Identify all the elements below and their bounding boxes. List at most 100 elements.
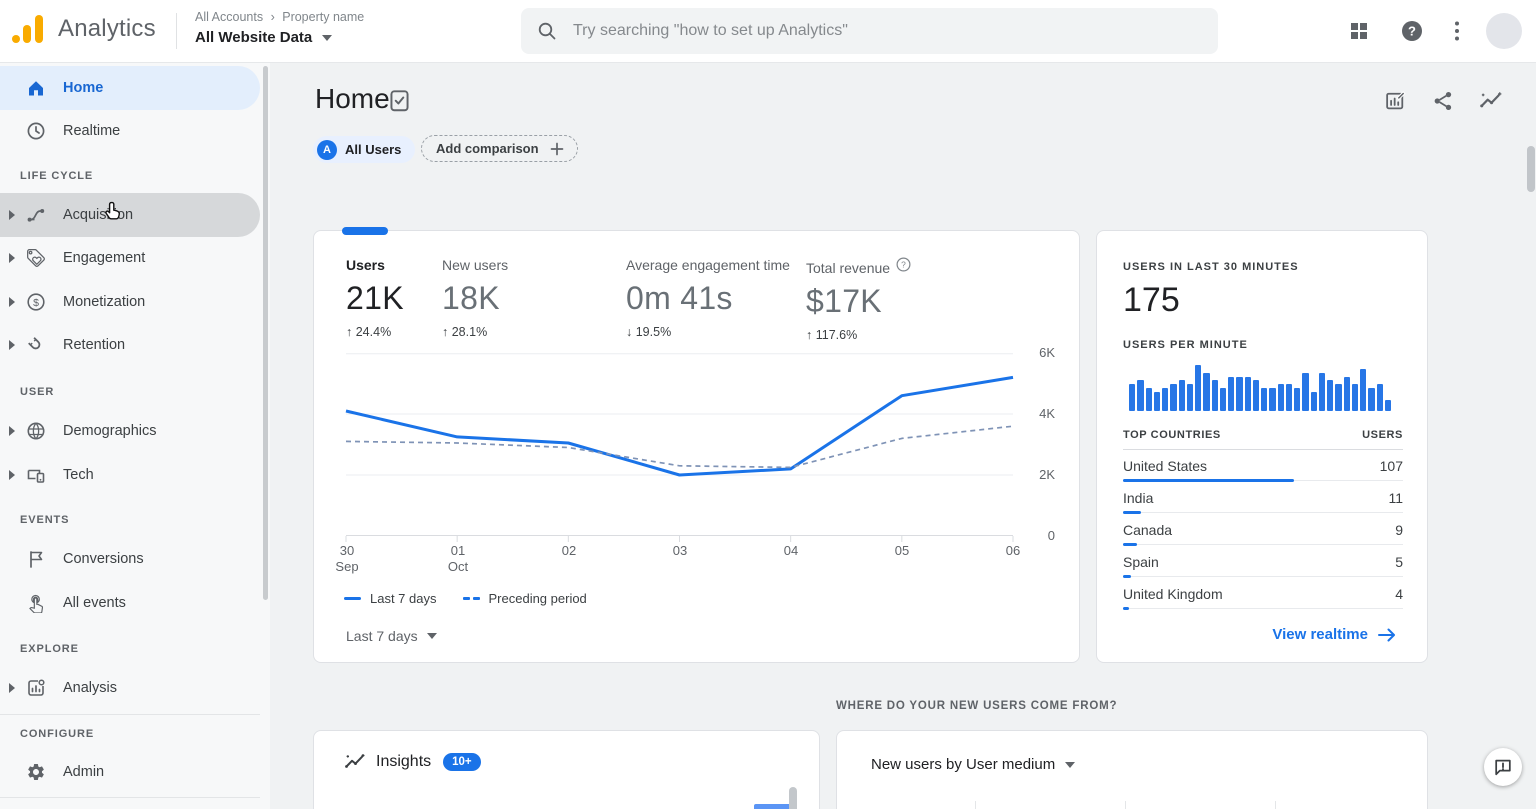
sidebar-item-all-events[interactable]: All events	[0, 581, 260, 625]
metric-new-users[interactable]: New users 18K ↑ 28.1%	[442, 257, 508, 339]
analytics-app: Analytics All Accounts › Property name A…	[0, 0, 1536, 809]
sidebar-item-label: Realtime	[63, 123, 120, 139]
property-selector[interactable]: All Website Data	[195, 29, 332, 46]
metric-delta: ↑ 28.1%	[442, 325, 508, 339]
metric-value: $17K	[806, 283, 911, 320]
delta-arrow-icon: ↑	[346, 325, 352, 339]
more-menu-button[interactable]	[1450, 16, 1464, 46]
delta-value: 28.1%	[452, 325, 487, 339]
minute-bar	[1179, 380, 1185, 411]
sidebar-item-conversions[interactable]: Conversions	[0, 537, 260, 581]
sidebar-item-engagement[interactable]: Engagement	[0, 236, 260, 280]
sidebar-item-acquisition[interactable]: Acquisition	[0, 193, 260, 237]
breadcrumb-property[interactable]: Property name	[282, 10, 364, 24]
metric-delta: ↓ 19.5%	[626, 325, 790, 339]
acquisition-icon	[26, 205, 46, 225]
search-bar[interactable]	[521, 8, 1218, 54]
country-name: United Kingdom	[1123, 586, 1223, 602]
breadcrumb-account[interactable]: All Accounts	[195, 10, 263, 24]
feedback-button[interactable]	[1484, 748, 1522, 786]
minute-bar	[1335, 384, 1341, 411]
country-bar-fill	[1123, 543, 1137, 546]
sidebar-item-label: Acquisition	[63, 207, 133, 223]
legend-label: Preceding period	[489, 591, 587, 606]
sidebar-item-home[interactable]: Home	[0, 66, 260, 110]
new-users-dimension-label: New users by User medium	[871, 756, 1055, 773]
dashed-line-swatch	[463, 597, 480, 600]
search-input[interactable]	[571, 21, 1202, 41]
sidebar-scrollbar[interactable]	[263, 66, 268, 600]
metric-avg-engagement[interactable]: Average engagement time 0m 41s ↓ 19.5%	[626, 257, 790, 339]
expand-caret-icon	[9, 470, 15, 480]
all-users-chip-label: All Users	[345, 142, 401, 157]
minute-bar	[1220, 388, 1226, 411]
conversions-icon	[26, 549, 46, 569]
help-circle-icon[interactable]: ?	[896, 257, 911, 272]
delta-value: 24.4%	[356, 325, 391, 339]
metric-users[interactable]: Users 21K ↑ 24.4%	[346, 257, 404, 339]
new-users-dimension-selector[interactable]: New users by User medium	[865, 755, 1081, 774]
sidebar-item-tech[interactable]: Tech	[0, 453, 260, 497]
expand-caret-icon	[9, 340, 15, 350]
minute-bar	[1195, 365, 1201, 411]
insights-scrollbar[interactable]	[789, 787, 797, 809]
country-row: Canada 9	[1123, 517, 1403, 549]
analytics-logo[interactable]: Analytics	[10, 12, 156, 46]
country-users: 4	[1395, 586, 1403, 602]
view-realtime-link[interactable]: View realtime	[1266, 625, 1403, 644]
table-column-divider	[1275, 801, 1276, 809]
sidebar-item-analysis[interactable]: Analysis	[0, 666, 260, 710]
sidebar-item-monetization[interactable]: $ Monetization	[0, 280, 260, 324]
minute-bar	[1212, 380, 1218, 411]
country-bar-fill	[1123, 575, 1131, 578]
users-column-header: USERS	[1362, 429, 1403, 441]
topbar-divider	[176, 13, 177, 49]
sidebar-item-admin[interactable]: Admin	[0, 750, 260, 794]
minute-bar	[1377, 384, 1383, 411]
date-range-selector[interactable]: Last 7 days	[340, 627, 443, 645]
all-events-icon	[26, 593, 46, 613]
customize-report-button[interactable]	[1380, 85, 1411, 116]
breadcrumb[interactable]: All Accounts › Property name	[195, 10, 368, 24]
metric-value: 18K	[442, 280, 508, 317]
realtime-users-count: 175	[1123, 281, 1180, 320]
demographics-icon	[26, 421, 46, 441]
apps-grid-icon	[1348, 20, 1370, 42]
users-per-minute-label: USERS PER MINUTE	[1123, 339, 1248, 351]
realtime-title: USERS IN LAST 30 MINUTES	[1123, 261, 1299, 273]
account-avatar[interactable]	[1486, 13, 1522, 49]
insights-button[interactable]	[1475, 85, 1507, 116]
sidebar-item-realtime[interactable]: Realtime	[0, 109, 260, 153]
sidebar: Home Realtime LIFE CYCLE Acquisition Eng…	[0, 62, 270, 809]
minute-bar	[1352, 384, 1358, 411]
top-bar: Analytics All Accounts › Property name A…	[0, 0, 1536, 63]
breadcrumb-separator-icon: ›	[271, 10, 275, 24]
plus-icon	[549, 141, 565, 157]
expand-caret-icon	[9, 683, 15, 693]
expand-caret-icon	[9, 253, 15, 263]
help-button[interactable]: ?	[1396, 15, 1428, 47]
home-icon	[26, 78, 46, 98]
x-axis-label: 30Sep	[324, 543, 370, 575]
page-scrollbar[interactable]	[1527, 146, 1535, 192]
minute-bar	[1294, 388, 1300, 411]
minute-bar	[1360, 369, 1366, 411]
legend-label: Last 7 days	[370, 591, 437, 606]
doc-check-icon[interactable]	[388, 89, 411, 112]
share-report-button[interactable]	[1428, 85, 1458, 116]
metric-total-revenue[interactable]: Total revenue? $17K ↑ 117.6%	[806, 257, 911, 342]
sidebar-item-demographics[interactable]: Demographics	[0, 409, 260, 453]
all-users-chip[interactable]: A All Users	[313, 136, 415, 163]
apps-grid-button[interactable]	[1344, 16, 1374, 46]
add-comparison-chip[interactable]: Add comparison	[421, 135, 578, 162]
x-axis-label: 01Oct	[435, 543, 481, 575]
top-countries-header: TOP COUNTRIES USERS	[1123, 429, 1403, 441]
delta-arrow-icon: ↓	[626, 325, 632, 339]
sidebar-item-retention[interactable]: Retention	[0, 323, 260, 367]
minute-bar	[1319, 373, 1325, 411]
country-users: 5	[1395, 554, 1403, 570]
chevron-down-icon	[322, 35, 332, 41]
x-axis-label: 05	[879, 543, 925, 559]
minute-bar	[1327, 380, 1333, 411]
insights-count-badge: 10+	[443, 753, 481, 771]
